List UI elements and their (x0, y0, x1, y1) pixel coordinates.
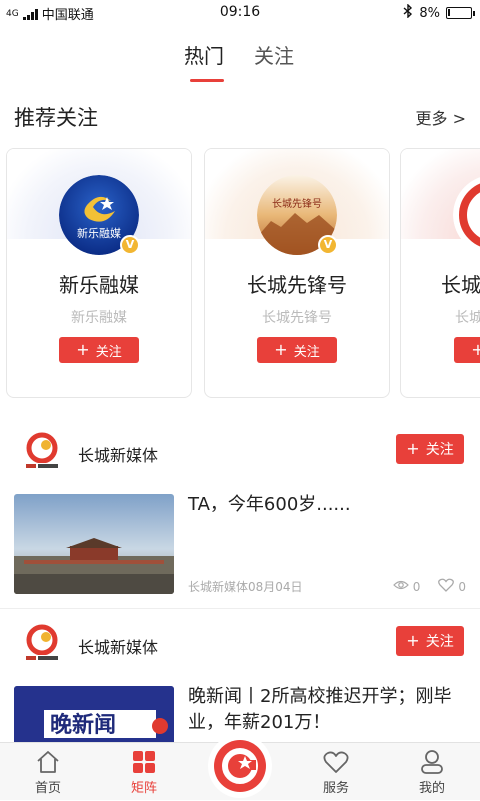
plus-icon: + (406, 631, 420, 650)
follow-button[interactable]: + 关注 (396, 434, 464, 464)
view-count: 0 (412, 579, 421, 594)
bluetooth-icon (403, 3, 413, 22)
nav-mine[interactable]: 我的 (392, 743, 472, 801)
recommend-card[interactable]: 长城先锋号 V 长城先锋号 长城先锋号 + 关注 (204, 148, 390, 398)
article-title: TA，今年600岁...... (188, 494, 351, 515)
nav-home[interactable]: 首页 (8, 743, 88, 801)
plus-icon: + (471, 342, 480, 358)
media-name[interactable]: 长城新媒体 (78, 442, 158, 466)
divider (0, 608, 480, 609)
card-name: 长城先锋号 (247, 273, 347, 297)
home-icon (34, 749, 62, 775)
top-tabs: 热门 关注 (0, 40, 480, 80)
follow-button[interactable]: + 关注 (257, 337, 337, 363)
nav-label: 首页 (34, 781, 61, 796)
more-link[interactable]: 更多 > (416, 105, 467, 129)
article-thumbnail: 晚新闻 (14, 686, 174, 742)
eye-icon (392, 579, 409, 594)
tab-hot[interactable]: 热门 (184, 40, 224, 69)
section-title: 推荐关注 (14, 106, 98, 130)
battery-icon (446, 7, 475, 19)
card-name: 新乐融媒 (59, 273, 139, 297)
article-thumbnail (14, 494, 174, 594)
heart-icon (322, 749, 350, 775)
plus-icon: + (274, 340, 288, 359)
recommend-card[interactable]: 长城 长城 + 关注 (400, 148, 480, 398)
thumbnail-text: 晚新闻 (50, 712, 116, 738)
nav-service[interactable]: 服务 (296, 743, 376, 801)
verified-badge: V (120, 235, 140, 255)
article-item[interactable]: TA，今年600岁...... 长城新媒体08月04日 0 0 (0, 494, 480, 598)
tab-following[interactable]: 关注 (254, 40, 294, 69)
article-stats: 0 0 (392, 578, 466, 595)
media-logo[interactable] (22, 624, 62, 664)
verified-badge: V (318, 235, 338, 255)
follow-button[interactable]: + 关注 (396, 626, 464, 656)
plus-icon: + (76, 340, 90, 359)
logo-text: 新乐融媒 (77, 226, 121, 240)
media-name[interactable]: 长城新媒体 (78, 634, 158, 658)
card-name: 长城 (441, 273, 480, 297)
battery-percent: 8% (419, 5, 440, 21)
user-icon (418, 749, 446, 775)
follow-button[interactable]: + 关注 (454, 337, 480, 363)
card-subtitle: 新乐融媒 (71, 310, 127, 326)
article-title: 晚新闻丨2所高校推迟开学；刚毕业，年薪201万！ (188, 686, 452, 733)
like-count: 0 (458, 579, 466, 594)
plus-icon: + (406, 439, 420, 458)
center-logo-button[interactable] (208, 734, 272, 798)
status-bar: 4G 中国联通 09:16 8% (0, 0, 480, 24)
media-logo[interactable] (22, 432, 62, 472)
nav-label: 服务 (322, 781, 349, 796)
heart-icon[interactable] (438, 578, 455, 595)
logo-text: 长城先锋号 (272, 197, 322, 210)
app-logo-icon (222, 748, 258, 784)
nav-matrix[interactable]: 矩阵 (104, 743, 184, 801)
article-meta: 长城新媒体08月04日 (188, 580, 303, 594)
nav-label: 矩阵 (130, 781, 157, 796)
feed-header: 长城新媒体 + 关注 (0, 428, 480, 478)
follow-button[interactable]: + 关注 (59, 337, 139, 363)
recommend-cards: 新乐融媒 V 新乐融媒 新乐融媒 + 关注 长城先锋号 V 长城先锋号 长城先锋… (0, 148, 480, 400)
active-tab-indicator (190, 79, 224, 82)
grid-icon (130, 749, 158, 775)
card-subtitle: 长城先锋号 (262, 310, 332, 326)
recommend-card[interactable]: 新乐融媒 V 新乐融媒 新乐融媒 + 关注 (6, 148, 192, 398)
nav-label: 我的 (418, 781, 445, 796)
feed-header: 长城新媒体 + 关注 (0, 620, 480, 670)
card-subtitle: 长城 (455, 310, 480, 326)
